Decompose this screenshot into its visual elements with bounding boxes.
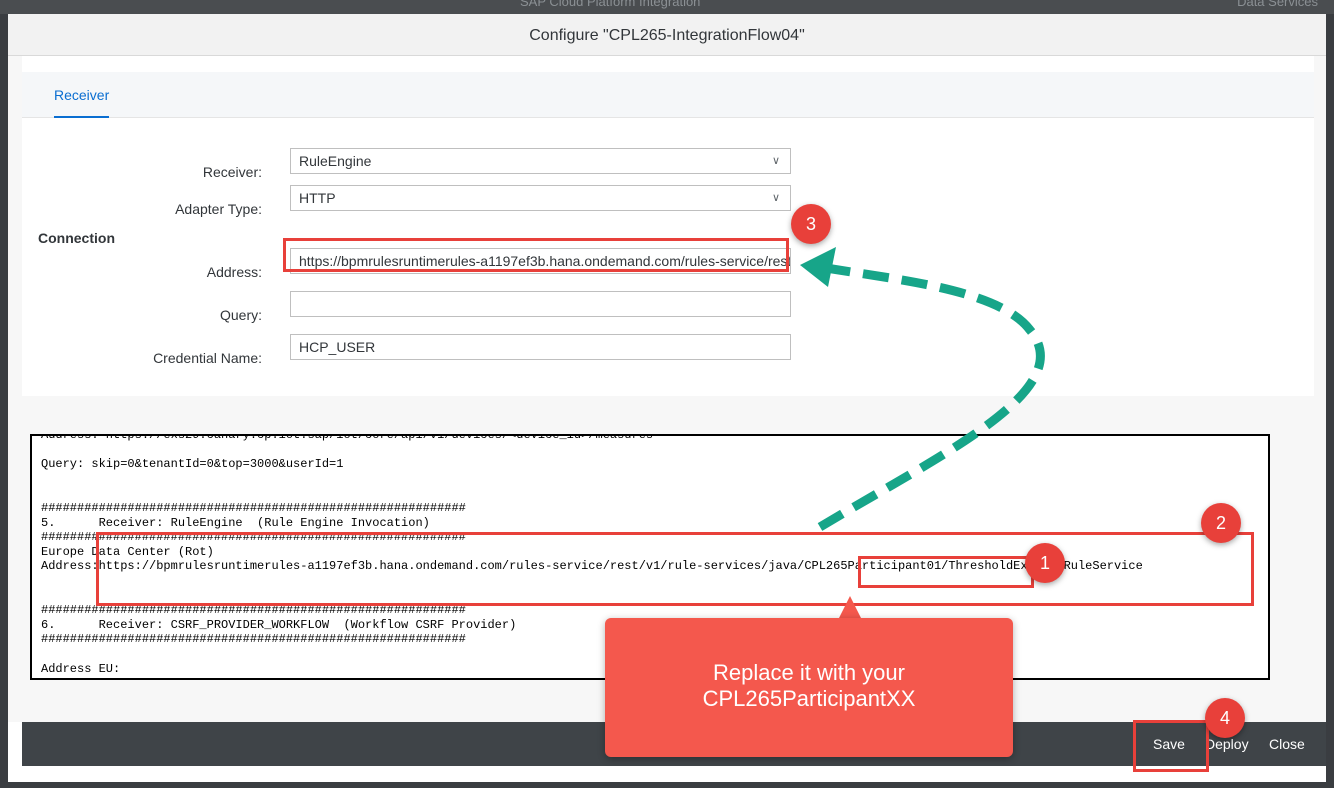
connection-heading: Connection [38, 230, 115, 246]
receiver-form: Receiver: RuleEngine ∨ Adapter Type: HTT… [22, 118, 1314, 396]
background-app-title: SAP Cloud Platform Integration [520, 0, 701, 9]
adapter-type-value: HTTP [299, 190, 336, 206]
chevron-down-icon: ∨ [771, 155, 780, 167]
step-badge-2: 2 [1201, 503, 1241, 543]
close-button[interactable]: Close [1269, 722, 1305, 766]
dialog-title: Configure "CPL265-IntegrationFlow04" [8, 14, 1326, 56]
tab-receiver[interactable]: Receiver [54, 72, 110, 118]
instruction-callout: Replace it with your CPL265ParticipantXX [605, 618, 1013, 757]
callout-pointer [838, 596, 862, 620]
chevron-down-icon: ∨ [771, 192, 780, 204]
credential-name-input[interactable]: HCP_USER [290, 334, 791, 360]
tab-bar: Receiver [22, 72, 1314, 118]
callout-text: Replace it with your CPL265ParticipantXX [605, 660, 1013, 712]
receiver-select[interactable]: RuleEngine ∨ [290, 148, 791, 174]
adapter-type-select[interactable]: HTTP ∨ [290, 185, 791, 211]
step-badge-1: 1 [1025, 543, 1065, 583]
dialog-left-gutter [8, 56, 22, 722]
step-badge-3: 3 [791, 204, 831, 244]
callout-line-2: CPL265ParticipantXX [702, 686, 916, 711]
receiver-select-value: RuleEngine [299, 153, 372, 169]
background-shell-bar: SAP Cloud Platform Integration Data Serv… [0, 0, 1334, 14]
dialog-right-gutter [1314, 56, 1326, 722]
receiver-label: Receiver: [202, 164, 262, 180]
query-label: Query: [219, 307, 262, 323]
adapter-type-label: Adapter Type: [175, 201, 262, 217]
step-badge-4: 4 [1205, 698, 1245, 738]
background-right-link[interactable]: Data Services [1237, 0, 1318, 9]
save-button[interactable]: Save [1153, 722, 1185, 766]
callout-line-1: Replace it with your [713, 660, 905, 685]
address-label: Address: [206, 264, 262, 280]
query-input[interactable] [290, 291, 791, 317]
credential-name-label: Credential Name: [153, 350, 262, 366]
address-input[interactable]: https://bpmrulesruntimerules-a1197ef3b.h… [290, 248, 791, 274]
